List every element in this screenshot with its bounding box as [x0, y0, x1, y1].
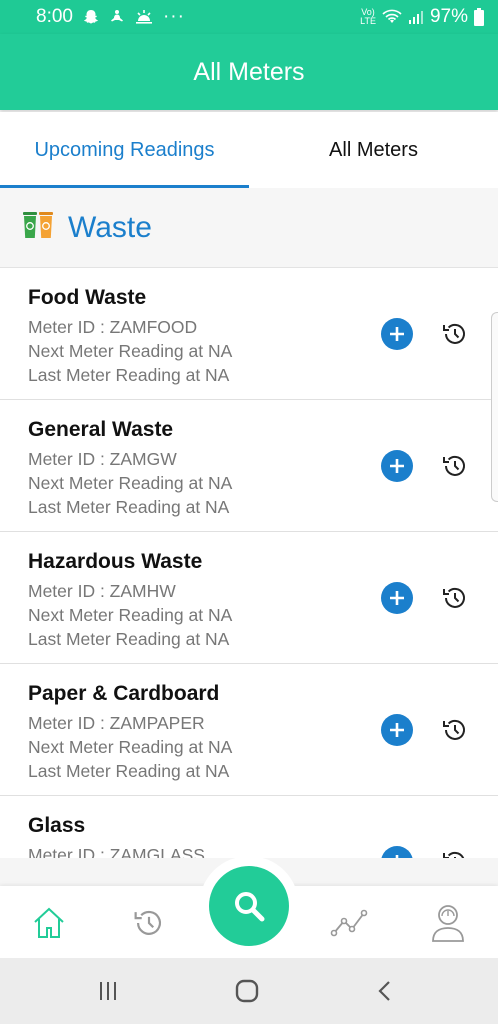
home-button[interactable]	[219, 958, 275, 1024]
wifi-icon	[382, 9, 402, 25]
next-reading: Next Meter Reading at NA	[28, 341, 233, 361]
history-icon	[443, 719, 465, 740]
reading-history-button[interactable]	[440, 715, 470, 745]
add-reading-button[interactable]	[381, 582, 413, 614]
meter-name: General Waste	[28, 418, 174, 441]
meter-name: Glass	[28, 814, 86, 837]
battery-percent: 97%	[429, 6, 468, 27]
back-button[interactable]	[358, 958, 414, 1024]
snapchat-icon	[83, 9, 99, 25]
meter-id: Meter ID : ZAMGLASS	[28, 845, 205, 858]
next-reading: Next Meter Reading at NA	[28, 473, 233, 493]
meter-id: Meter ID : ZAMFOOD	[28, 317, 198, 337]
history-icon	[443, 851, 465, 858]
last-reading: Last Meter Reading at NA	[28, 497, 230, 517]
plus-icon	[390, 459, 404, 473]
back-icon	[378, 981, 390, 1001]
reading-history-button[interactable]	[440, 451, 470, 481]
history-icon	[443, 323, 465, 344]
plus-icon	[390, 591, 404, 605]
nav-profile[interactable]	[427, 902, 469, 944]
meter-id: Meter ID : ZAMHW	[28, 581, 176, 601]
meter-row[interactable]: Paper & Cardboard Meter ID : ZAMPAPER Ne…	[0, 664, 498, 796]
recent-apps-button[interactable]	[80, 958, 136, 1024]
section-header: Waste	[0, 188, 498, 268]
reading-history-button[interactable]	[440, 847, 470, 858]
add-reading-button[interactable]	[381, 450, 413, 482]
system-nav-bar	[0, 958, 498, 1024]
next-reading: Next Meter Reading at NA	[28, 737, 233, 757]
meter-id: Meter ID : ZAMGW	[28, 449, 177, 469]
search-button[interactable]	[209, 866, 289, 946]
tab-upcoming-readings[interactable]: Upcoming Readings	[0, 112, 249, 188]
more-notifications: ···	[162, 6, 185, 27]
signal-icon	[408, 9, 424, 25]
meter-row[interactable]: General Waste Meter ID : ZAMGW Next Mete…	[0, 400, 498, 532]
section-title: Waste	[68, 210, 152, 244]
add-reading-button[interactable]	[381, 714, 413, 746]
meter-name: Hazardous Waste	[28, 550, 203, 573]
meter-name: Food Waste	[28, 286, 147, 309]
battery-icon	[474, 8, 484, 26]
recent-apps-icon	[100, 982, 116, 1000]
reading-history-button[interactable]	[440, 583, 470, 613]
home-icon	[34, 907, 64, 938]
scrollbar[interactable]	[491, 312, 498, 502]
reading-history-button[interactable]	[440, 319, 470, 349]
last-reading: Last Meter Reading at NA	[28, 761, 230, 781]
volte-indicator: Vo) LTE	[360, 7, 376, 26]
meter-name: Paper & Cardboard	[28, 682, 220, 705]
meter-row[interactable]: Glass Meter ID : ZAMGLASS	[0, 796, 498, 858]
status-time: 8:00	[36, 6, 73, 27]
meter-row[interactable]: Hazardous Waste Meter ID : ZAMHW Next Me…	[0, 532, 498, 664]
history-icon	[443, 455, 465, 476]
nav-home[interactable]	[28, 904, 70, 942]
profile-icon	[432, 905, 464, 942]
last-reading: Last Meter Reading at NA	[28, 629, 230, 649]
meter-id: Meter ID : ZAMPAPER	[28, 713, 205, 733]
tab-all-meters[interactable]: All Meters	[249, 112, 498, 188]
tab-bar: Upcoming Readings All Meters	[0, 112, 498, 188]
add-reading-button[interactable]	[381, 318, 413, 350]
sunrise-icon	[135, 9, 153, 25]
last-reading: Last Meter Reading at NA	[28, 365, 230, 385]
meter-list[interactable]: Food Waste Meter ID : ZAMFOOD Next Meter…	[0, 268, 498, 858]
meter-row[interactable]: Food Waste Meter ID : ZAMFOOD Next Meter…	[0, 268, 498, 400]
search-icon	[235, 892, 265, 922]
plus-icon	[395, 855, 399, 858]
analytics-icon	[330, 909, 368, 937]
status-bar: 8:00 ··· Vo) LTE 97%	[0, 0, 498, 34]
history-icon	[443, 587, 465, 608]
plus-icon	[390, 723, 404, 737]
recycle-bins-icon	[22, 209, 54, 246]
next-reading: Next Meter Reading at NA	[28, 605, 233, 625]
app-bar: All Meters	[0, 34, 498, 110]
home-circle-icon	[235, 979, 259, 1003]
nav-history[interactable]	[128, 904, 170, 942]
nav-analytics[interactable]	[328, 904, 370, 942]
meditation-icon	[109, 9, 125, 25]
history-icon	[134, 910, 161, 935]
page-title: All Meters	[193, 57, 305, 86]
plus-icon	[390, 327, 404, 341]
